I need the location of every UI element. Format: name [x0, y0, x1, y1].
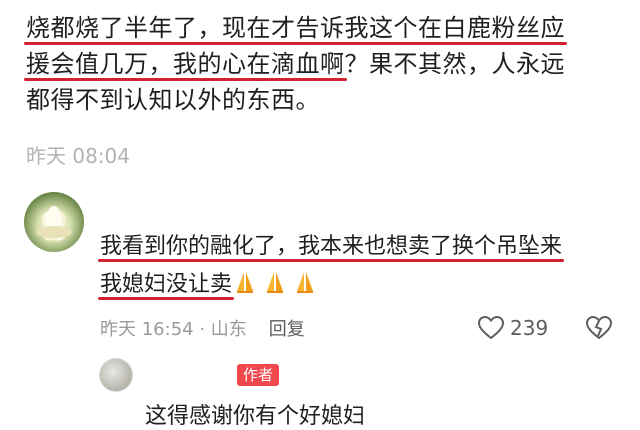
- highlight: 我媳妇没让卖: [100, 272, 233, 297]
- post-line-2: 援会值几万，我的心在滴血啊？果不其然，人永远: [26, 46, 626, 82]
- lotus-avatar-image: [36, 206, 72, 241]
- highlight: 我看到你的融化了，: [100, 234, 299, 259]
- highlight: 我本来也想卖了换个吊坠来: [298, 234, 563, 259]
- author-avatar[interactable]: [99, 358, 133, 392]
- post-text: 烧都烧了半年了，现在才告诉我这个在白鹿粉丝应 援会值几万，我的心在滴血啊？果不其…: [26, 10, 626, 118]
- post-line-3: 都得不到认知以外的东西。: [26, 82, 626, 118]
- dislike-button[interactable]: [585, 314, 613, 342]
- highlight: 烧都烧了半年了，: [26, 14, 222, 42]
- like-count: 239: [510, 316, 549, 340]
- post-text-plain: ？果不其然，人永远: [344, 50, 565, 78]
- folded-hands-icon: [237, 272, 254, 293]
- post-line-1: 烧都烧了半年了，现在才告诉我这个在白鹿粉丝应: [26, 10, 626, 46]
- post-timestamp: 昨天 08:04: [26, 144, 130, 168]
- avatar[interactable]: [24, 192, 84, 252]
- heart-icon: [478, 316, 504, 340]
- post-text-plain: 都得不到认知以外的东西。: [26, 86, 320, 114]
- author-badge: 作者: [237, 364, 280, 386]
- comment-line-2: 我媳妇没让卖: [100, 266, 620, 304]
- folded-hands-icon: [267, 272, 284, 293]
- comment-line-1: 我看到你的融化了，我本来也想卖了换个吊坠来: [100, 228, 620, 266]
- highlight: 援会值几万，: [26, 50, 173, 78]
- broken-heart-icon: [585, 315, 613, 340]
- highlight: 现在才告诉我这个在白鹿粉丝应: [222, 14, 565, 42]
- reply-button[interactable]: 回复: [269, 315, 305, 341]
- comment-timestamp: 昨天 16:54 · 山东: [100, 319, 247, 340]
- like-button[interactable]: 239: [478, 314, 548, 342]
- comment-text: 我看到你的融化了，我本来也想卖了换个吊坠来 我媳妇没让卖: [100, 228, 620, 304]
- comment-meta: 昨天 16:54 · 山东 回复: [100, 316, 305, 340]
- highlight: 我的心在滴血啊: [173, 50, 345, 78]
- folded-hands-icon: [297, 272, 314, 293]
- sub-comment-text: 这得感谢你有个好媳妇: [145, 404, 366, 429]
